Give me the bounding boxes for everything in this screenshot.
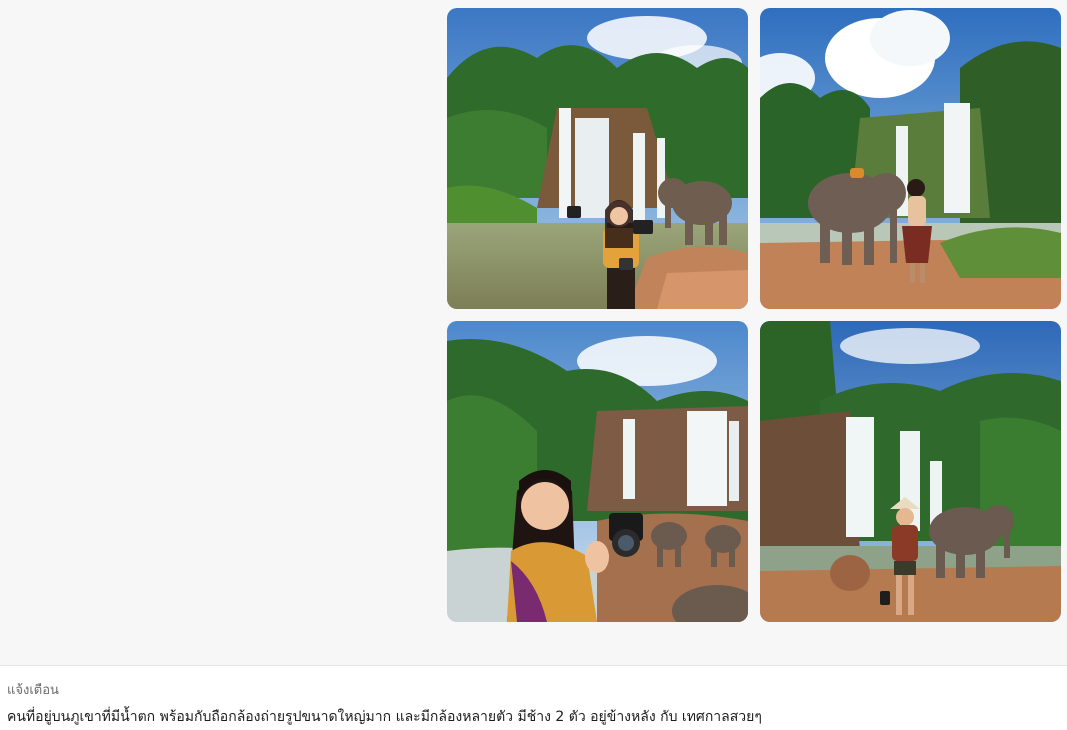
gallery-image-3[interactable] [447,321,748,622]
prompt-panel: แจ้งเตือน คนที่อยู่บนภูเขาที่มีน้ำตก พร้… [0,665,1067,730]
image-gallery [447,8,1061,622]
prompt-label: แจ้งเตือน [7,683,59,698]
page: แจ้งเตือน คนที่อยู่บนภูเขาที่มีน้ำตก พร้… [0,0,1067,730]
prompt-text: คนที่อยู่บนภูเขาที่มีน้ำตก พร้อมกับถือกล… [7,709,762,725]
gallery-image-4[interactable] [760,321,1061,622]
image-waterfall-woman-elephant [447,8,748,309]
image-woman-camera-closeup [447,321,748,622]
image-elephant-woman-back [760,8,1061,309]
gallery-image-2[interactable] [760,8,1061,309]
gallery-image-1[interactable] [447,8,748,309]
image-woman-hat-elephant [760,321,1061,622]
